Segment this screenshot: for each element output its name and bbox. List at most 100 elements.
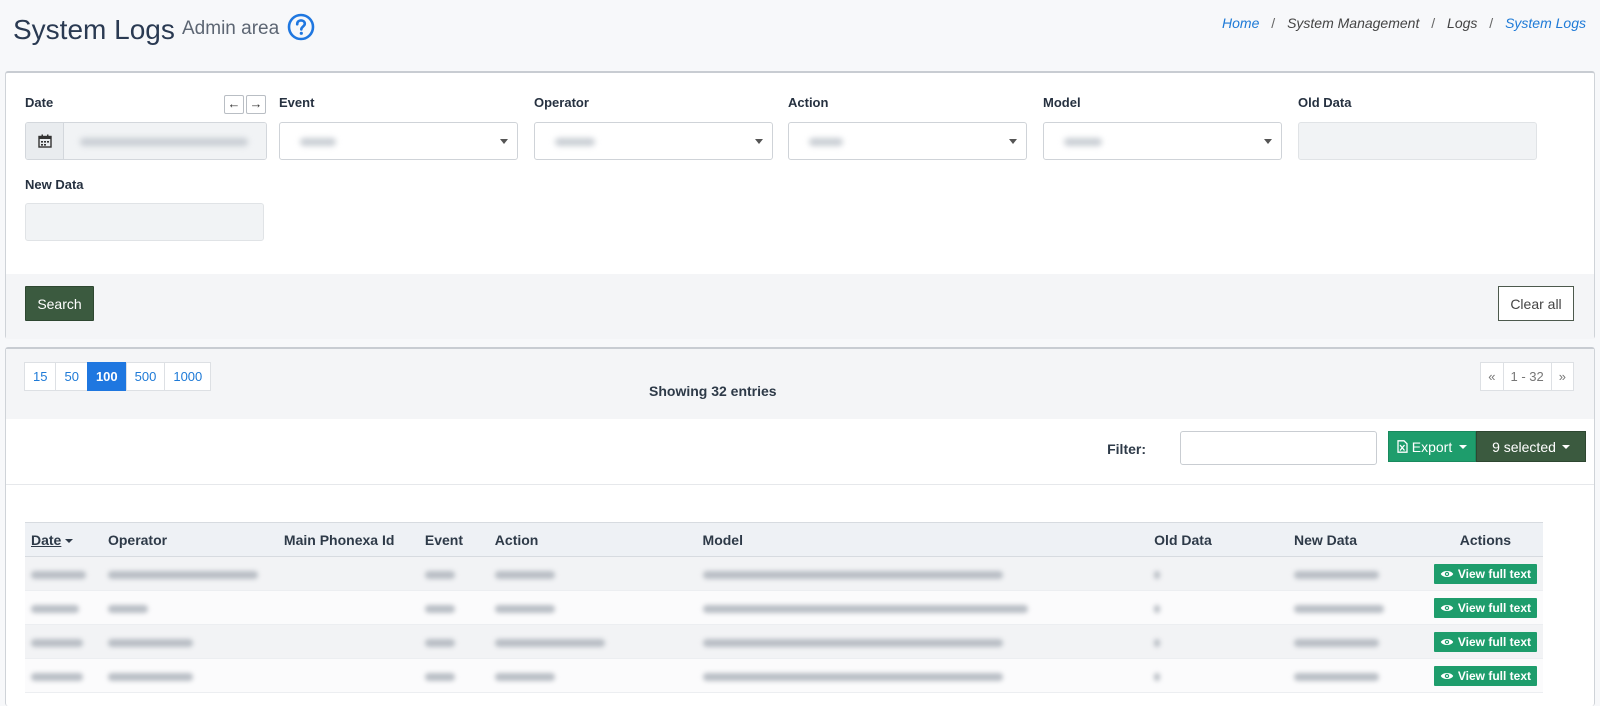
view-full-text-label: View full text xyxy=(1457,566,1531,581)
operator-label: Operator xyxy=(534,95,589,110)
table-cell xyxy=(25,624,102,659)
breadcrumb-home[interactable]: Home xyxy=(1222,15,1259,31)
results-header: 15 50 100 500 1000 Showing 32 entries « 1 - … xyxy=(6,349,1594,419)
table-cell xyxy=(101,658,278,693)
old-data-input[interactable] xyxy=(1298,122,1537,160)
page-size-15[interactable]: 15 xyxy=(24,362,57,391)
col-header-event[interactable]: Event xyxy=(418,522,489,557)
breadcrumb-current[interactable]: System Logs xyxy=(1505,15,1586,31)
table-cell xyxy=(488,624,697,659)
table-cell xyxy=(488,590,697,625)
table-cell-actions: View full text xyxy=(1427,624,1543,659)
col-header-model[interactable]: Model xyxy=(696,522,1149,557)
table-cell xyxy=(25,556,102,591)
table-cell xyxy=(418,556,489,591)
logs-table: Date Operator Main Phonexa Id Event Acti… xyxy=(25,522,1543,693)
file-excel-icon xyxy=(1397,440,1408,453)
col-header-old-data[interactable]: Old Data xyxy=(1148,522,1288,557)
table-row: View full text xyxy=(25,624,1543,659)
col-header-date[interactable]: Date xyxy=(25,522,102,557)
pager-last-button[interactable]: » xyxy=(1550,362,1574,391)
eye-icon xyxy=(1440,672,1454,679)
table-cell xyxy=(101,590,278,625)
table-cell-actions: View full text xyxy=(1427,590,1543,625)
table-cell xyxy=(1287,590,1428,625)
filter-label: Filter: xyxy=(1107,441,1146,457)
chevron-down-icon xyxy=(1459,444,1468,449)
chevron-down-icon xyxy=(500,139,508,144)
new-data-input[interactable] xyxy=(25,203,264,241)
table-cell xyxy=(277,590,419,625)
search-button[interactable]: Search xyxy=(25,286,94,321)
table-row: View full text xyxy=(25,658,1543,693)
help-icon[interactable] xyxy=(287,13,315,41)
view-full-text-button[interactable]: View full text xyxy=(1433,665,1537,686)
date-prev-button[interactable]: ← xyxy=(224,95,244,114)
operator-select[interactable] xyxy=(534,122,773,160)
chevron-down-icon xyxy=(1009,139,1017,144)
view-full-text-label: View full text xyxy=(1457,634,1531,649)
table-cell xyxy=(696,658,1149,693)
sort-desc-icon xyxy=(65,538,74,543)
filter-panel: Date ← → Event Operator Action Model Old… xyxy=(5,71,1595,339)
selected-label: 9 selected xyxy=(1492,438,1556,455)
date-arrows: ← → xyxy=(224,95,266,114)
pagination: « 1 - 32 » xyxy=(1480,362,1574,391)
view-full-text-label: View full text xyxy=(1457,600,1531,615)
clear-all-button[interactable]: Clear all xyxy=(1498,286,1574,321)
action-label: Action xyxy=(788,95,829,110)
filter-input[interactable] xyxy=(1180,431,1377,465)
table-cell xyxy=(1287,658,1428,693)
table-cell xyxy=(1148,624,1288,659)
chevron-down-icon xyxy=(755,139,763,144)
breadcrumb-system-management: System Management xyxy=(1287,15,1420,31)
table-cell xyxy=(696,556,1149,591)
export-button[interactable]: Export xyxy=(1388,431,1476,462)
model-select[interactable] xyxy=(1043,122,1282,160)
table-cell xyxy=(101,624,278,659)
table-cell xyxy=(25,590,102,625)
page-size-50[interactable]: 50 xyxy=(55,362,88,391)
breadcrumb-separator: / xyxy=(1271,15,1276,31)
col-header-action[interactable]: Action xyxy=(488,522,697,557)
breadcrumb-separator: / xyxy=(1431,15,1436,31)
calendar-icon xyxy=(26,123,64,159)
eye-icon xyxy=(1440,570,1454,577)
table-row: View full text xyxy=(25,590,1543,625)
table-cell xyxy=(418,624,489,659)
view-full-text-button[interactable]: View full text xyxy=(1433,597,1537,618)
table-cell xyxy=(1148,658,1288,693)
date-range-input[interactable] xyxy=(25,122,267,160)
columns-selected-button[interactable]: 9 selected xyxy=(1476,431,1586,462)
breadcrumb: Home / System Management / Logs / System… xyxy=(1222,15,1586,31)
page-size-selector: 15 50 100 500 1000 xyxy=(24,362,212,391)
action-select[interactable] xyxy=(788,122,1027,160)
chevron-down-icon xyxy=(1561,444,1570,449)
eye-icon xyxy=(1440,638,1454,645)
view-full-text-button[interactable]: View full text xyxy=(1433,563,1537,584)
filter-footer: Search Clear all xyxy=(6,274,1594,339)
page-size-100[interactable]: 100 xyxy=(86,362,127,391)
table-cell xyxy=(696,624,1149,659)
date-next-button[interactable]: → xyxy=(246,95,266,114)
col-header-operator[interactable]: Operator xyxy=(101,522,278,557)
col-header-actions: Actions xyxy=(1427,522,1543,557)
table-cell-actions: View full text xyxy=(1427,658,1543,693)
col-header-new-data[interactable]: New Data xyxy=(1287,522,1428,557)
event-select[interactable] xyxy=(279,122,518,160)
page-size-1000[interactable]: 1000 xyxy=(164,362,212,391)
page-size-500[interactable]: 500 xyxy=(125,362,166,391)
date-range-value xyxy=(64,123,266,159)
table-cell xyxy=(418,590,489,625)
pager-first-button[interactable]: « xyxy=(1480,362,1504,391)
eye-icon xyxy=(1440,604,1454,611)
col-header-main-phonexa-id[interactable]: Main Phonexa Id xyxy=(277,522,419,557)
table-cell xyxy=(1148,590,1288,625)
table-cell xyxy=(277,556,419,591)
table-cell xyxy=(277,624,419,659)
entries-count: Showing 32 entries xyxy=(649,383,777,399)
view-full-text-button[interactable]: View full text xyxy=(1433,631,1537,652)
table-cell xyxy=(25,658,102,693)
old-data-label: Old Data xyxy=(1298,95,1352,110)
table-cell xyxy=(1287,624,1428,659)
